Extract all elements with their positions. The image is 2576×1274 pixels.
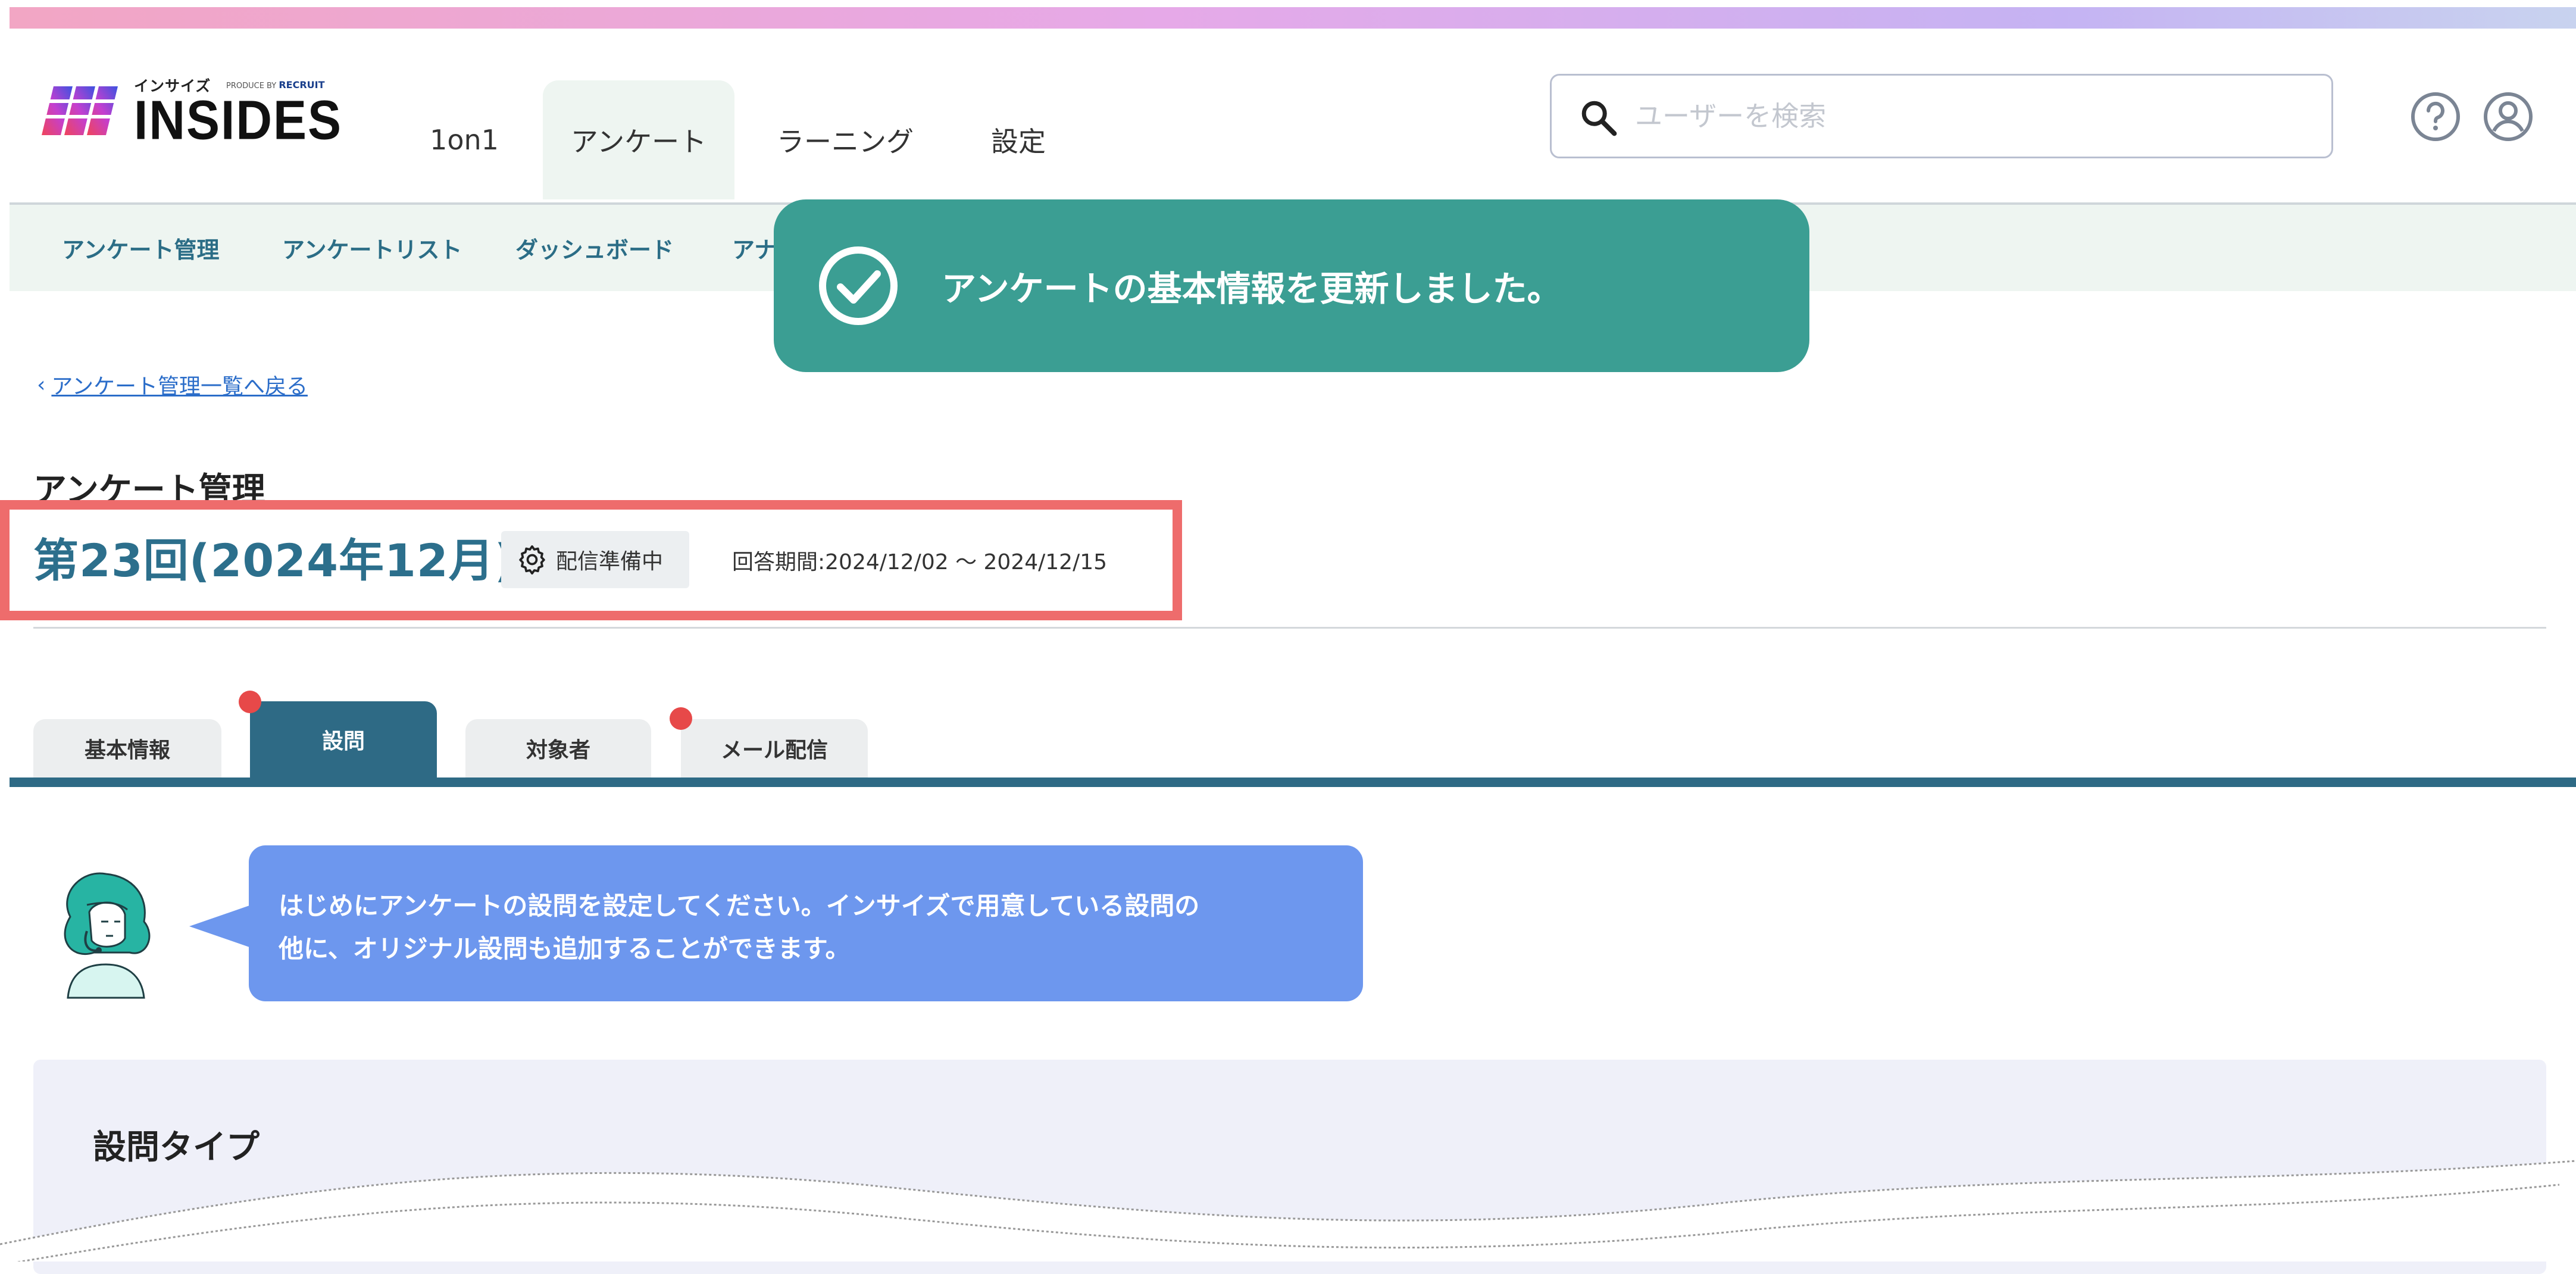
nav-tab-1on1[interactable]: 1on1 (411, 80, 518, 199)
help-icon[interactable] (2409, 90, 2462, 143)
tab-underline-bar (10, 777, 2576, 787)
nav-tab-survey[interactable]: アンケート (543, 80, 734, 199)
user-search-box[interactable] (1550, 74, 2333, 158)
back-to-survey-list-link[interactable]: ‹ アンケート管理一覧へ戻る (37, 369, 308, 400)
support-operator-avatar (64, 872, 151, 999)
back-link-label: アンケート管理一覧へ戻る (51, 374, 308, 399)
top-gradient-strip (10, 7, 2576, 29)
survey-name: 第23回(2024年12月) (33, 534, 516, 587)
nav-tab-settings[interactable]: 設定 (974, 80, 1063, 199)
assistant-speech-bubble: はじめにアンケートの設問を設定してください。インサイズで用意している設問の 他に… (249, 845, 1363, 1001)
insides-logo[interactable]: インサイズ PRODUCE BY RECRUIT INSIDES (42, 74, 341, 151)
status-badge: 配信準備中 (501, 531, 689, 588)
response-period: 回答期間:2024/12/02 〜 2024/12/15 (732, 550, 1108, 574)
gear-icon (519, 545, 545, 574)
bubble-line-2: 他に、オリジナル設問も追加することができます。 (279, 934, 851, 963)
logo-text: INSIDES (134, 89, 343, 151)
status-label: 配信準備中 (556, 549, 664, 574)
subnav-item-analysis[interactable]: アナ (732, 205, 777, 291)
tab-basic-info[interactable]: 基本情報 (33, 719, 221, 777)
speech-bubble-tail (189, 905, 251, 948)
bubble-line-1: はじめにアンケートの設問を設定してください。インサイズで用意している設問の (279, 891, 1200, 920)
subnav-item-dashboard[interactable]: ダッシュボード (515, 205, 674, 291)
check-circle-icon (819, 246, 898, 325)
section-divider (33, 627, 2546, 629)
chevron-left-icon: ‹ (37, 372, 46, 397)
torn-edge-decoration (0, 1160, 2576, 1261)
nav-tab-learning[interactable]: ラーニング (762, 80, 929, 199)
tab-mail-delivery[interactable]: メール配信 (681, 719, 868, 777)
subnav-item-survey-list[interactable]: アンケートリスト (282, 205, 462, 291)
notification-dot (670, 707, 692, 730)
tab-questions[interactable]: 設問 (250, 701, 437, 777)
user-account-icon[interactable] (2482, 90, 2534, 143)
toast-message: アンケートの基本情報を更新しました。 (942, 268, 1562, 309)
success-toast: アンケートの基本情報を更新しました。 (774, 199, 1809, 372)
subnav-item-survey-management[interactable]: アンケート管理 (62, 205, 219, 291)
logo-mark-icon (42, 86, 119, 135)
tab-target-users[interactable]: 対象者 (465, 719, 651, 777)
notification-dot (239, 691, 261, 713)
search-icon (1581, 101, 1617, 136)
search-input[interactable] (1635, 76, 2319, 157)
